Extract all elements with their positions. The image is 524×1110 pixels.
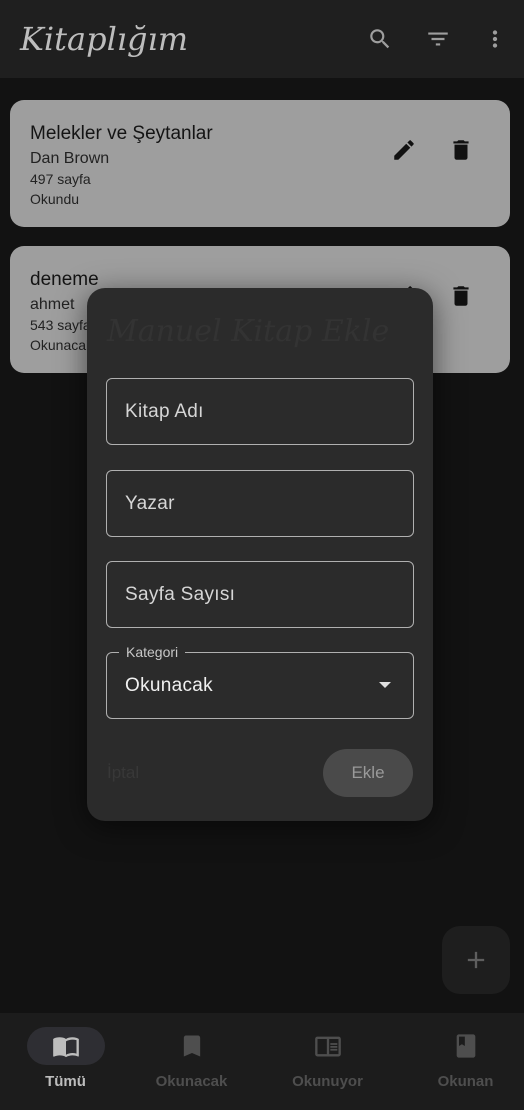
author-input[interactable] xyxy=(107,471,413,536)
cancel-button[interactable]: İptal xyxy=(107,758,187,788)
dialog-title: Manuel Kitap Ekle xyxy=(107,314,390,349)
add-button[interactable]: Ekle xyxy=(323,749,413,797)
author-field[interactable] xyxy=(106,470,414,537)
category-label: Kategori xyxy=(119,644,186,660)
page-count-input[interactable] xyxy=(107,562,413,627)
add-book-dialog: Manuel Kitap Ekle Kategori Okunacak İpta… xyxy=(87,288,433,821)
category-select[interactable]: Kategori Okunacak xyxy=(106,644,414,719)
dropdown-arrow-icon xyxy=(379,682,391,688)
page-count-field[interactable] xyxy=(106,561,414,628)
category-value: Okunacak xyxy=(125,675,213,696)
book-name-input[interactable] xyxy=(107,379,413,444)
book-name-field[interactable] xyxy=(106,378,414,445)
